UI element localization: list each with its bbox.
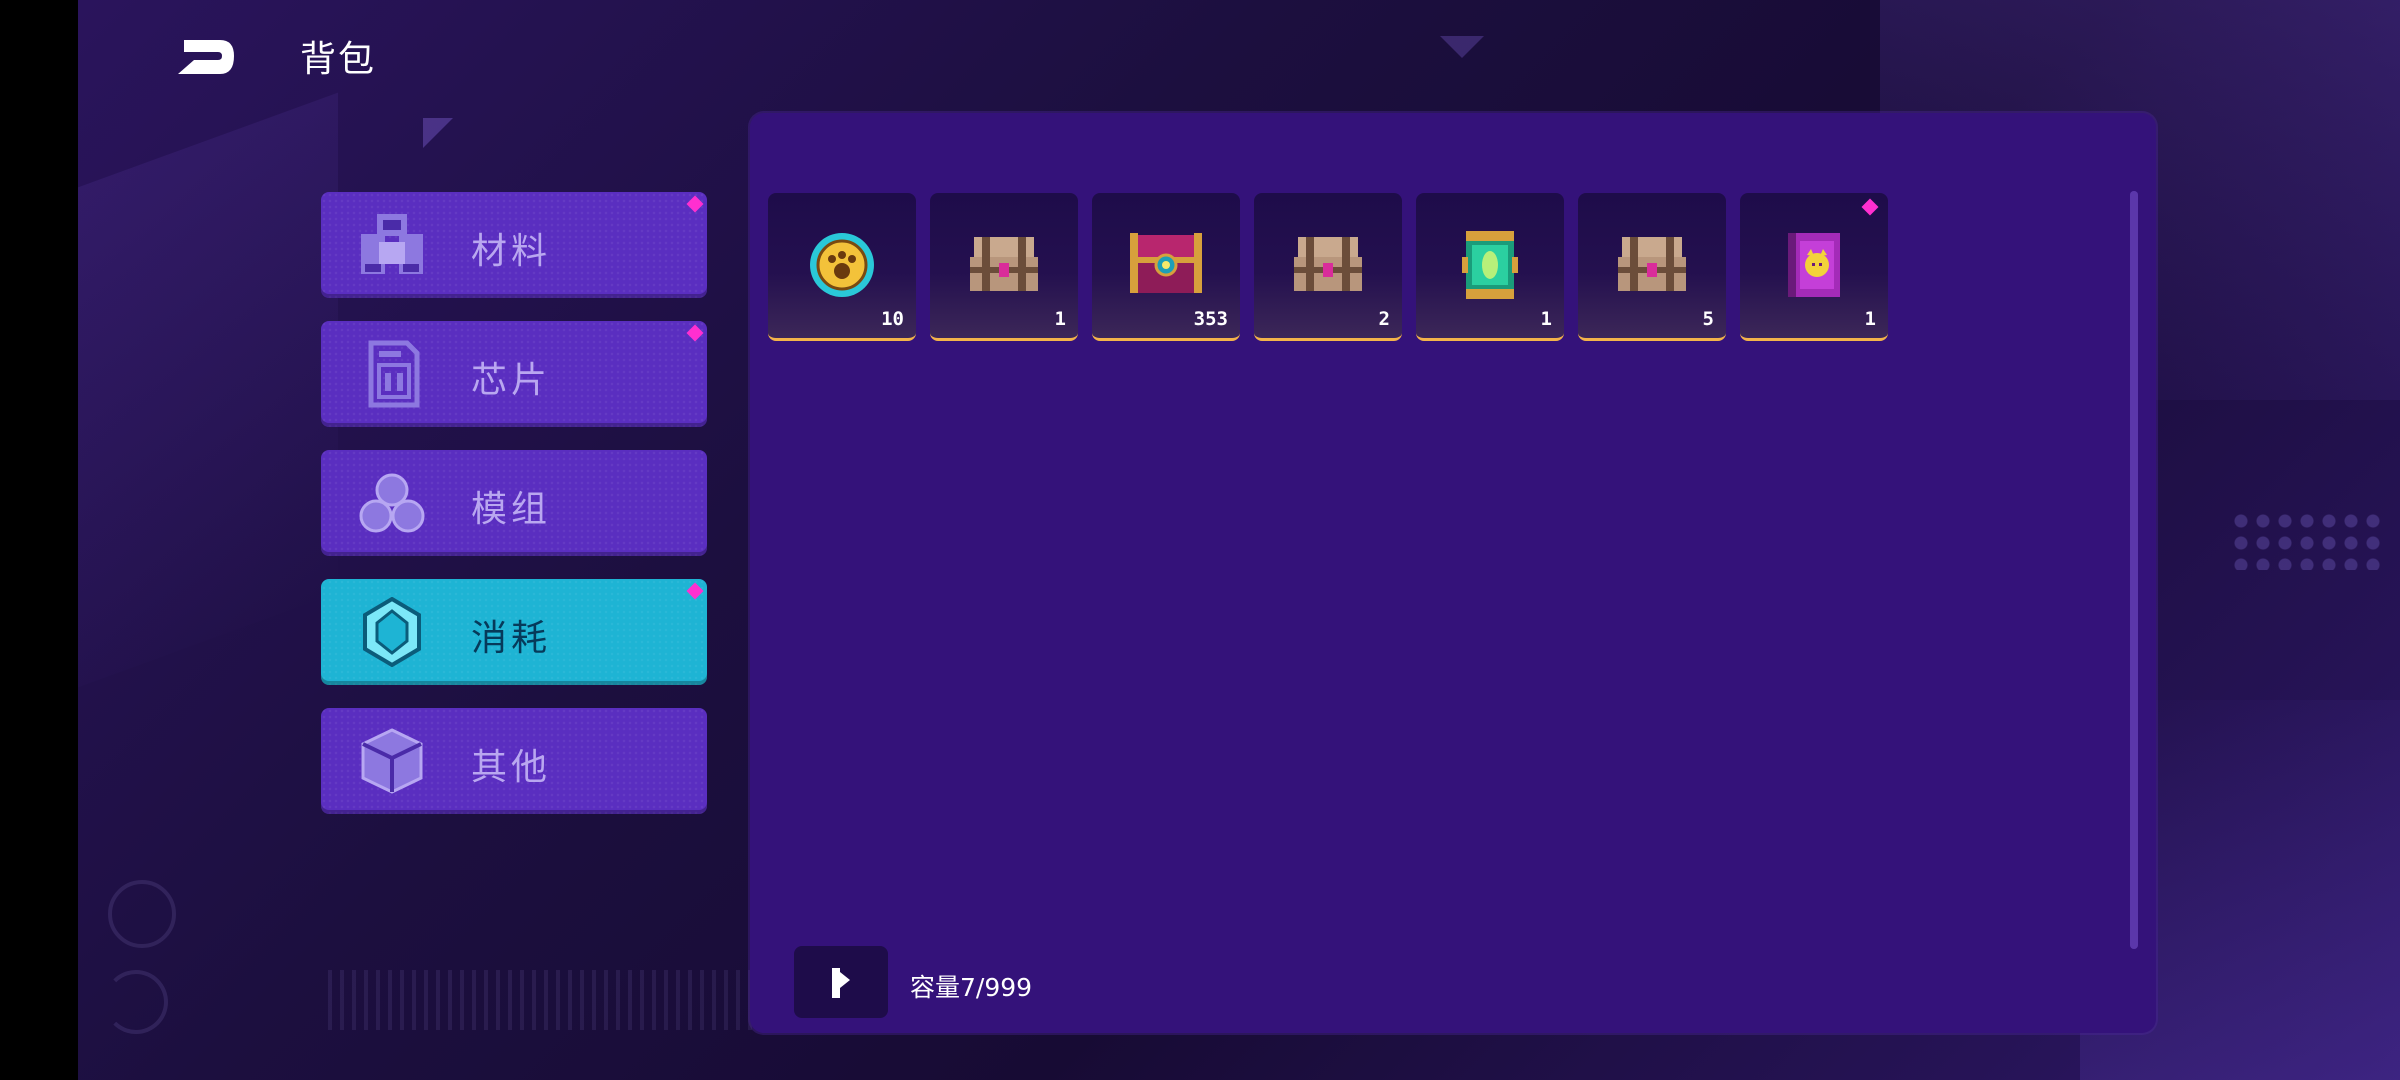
inventory-slot[interactable]: 1 xyxy=(1416,193,1564,341)
category-chips[interactable]: 芯片 xyxy=(321,321,707,427)
paw-coin-icon xyxy=(810,233,874,297)
category-consumables[interactable]: 消耗 xyxy=(321,579,707,685)
new-badge xyxy=(1861,198,1879,216)
background-dot-grid xyxy=(2230,510,2380,570)
game-screen: 背包 材料 芯片 模组 消耗 其他 10 1 353 2 1 5 1 容量7/9… xyxy=(78,0,2400,1080)
inventory-slot[interactable]: 5 xyxy=(1578,193,1726,341)
crate-icon xyxy=(1294,237,1362,291)
item-count: 10 xyxy=(881,308,904,330)
pet-book-icon xyxy=(1788,233,1840,297)
back-arrow-icon xyxy=(178,40,234,74)
background-triangle xyxy=(423,118,453,148)
item-count: 1 xyxy=(1054,308,1066,330)
crate-icon xyxy=(970,237,1038,291)
category-label: 芯片 xyxy=(471,360,552,401)
page-title: 背包 xyxy=(300,39,377,80)
item-count: 5 xyxy=(1702,308,1714,330)
scrollbar[interactable] xyxy=(2130,191,2138,949)
sort-button[interactable] xyxy=(794,946,888,1018)
category-materials[interactable]: 材料 xyxy=(321,192,707,298)
capsule-icon xyxy=(1462,231,1518,299)
inventory-slot[interactable]: 10 xyxy=(768,193,916,341)
background-decoration xyxy=(78,92,338,688)
background-bars xyxy=(328,970,808,1030)
inventory-slot[interactable]: 353 xyxy=(1092,193,1240,341)
new-badge xyxy=(686,324,704,342)
background-ring xyxy=(104,970,168,1034)
background-ring xyxy=(108,880,176,948)
inventory-slot[interactable]: 1 xyxy=(930,193,1078,341)
back-button[interactable] xyxy=(168,28,248,88)
item-count: 1 xyxy=(1540,308,1552,330)
crate-icon xyxy=(1618,237,1686,291)
category-label: 材料 xyxy=(471,231,552,272)
category-modules[interactable]: 模组 xyxy=(321,450,707,556)
background-triangle xyxy=(1440,36,1484,58)
module-icon xyxy=(359,473,425,533)
item-count: 1 xyxy=(1864,308,1876,330)
inventory-slot[interactable]: 2 xyxy=(1254,193,1402,341)
item-count: 353 xyxy=(1193,308,1228,330)
consumable-icon xyxy=(363,597,421,667)
treasure-chest-icon xyxy=(1130,233,1202,293)
item-count: 2 xyxy=(1378,308,1390,330)
materials-icon xyxy=(361,214,423,274)
chip-icon xyxy=(368,340,420,408)
new-badge xyxy=(686,195,704,213)
inventory-panel: 10 1 353 2 1 5 1 容量7/999 xyxy=(750,113,2156,1033)
new-badge xyxy=(686,582,704,600)
inventory-slot[interactable]: 1 xyxy=(1740,193,1888,341)
category-others[interactable]: 其他 xyxy=(321,708,707,814)
capacity-text: 容量7/999 xyxy=(910,973,1033,1002)
cube-icon xyxy=(361,728,423,794)
category-label: 消耗 xyxy=(471,618,552,659)
category-label: 其他 xyxy=(471,747,552,788)
sort-icon xyxy=(832,968,850,998)
category-label: 模组 xyxy=(471,489,552,530)
